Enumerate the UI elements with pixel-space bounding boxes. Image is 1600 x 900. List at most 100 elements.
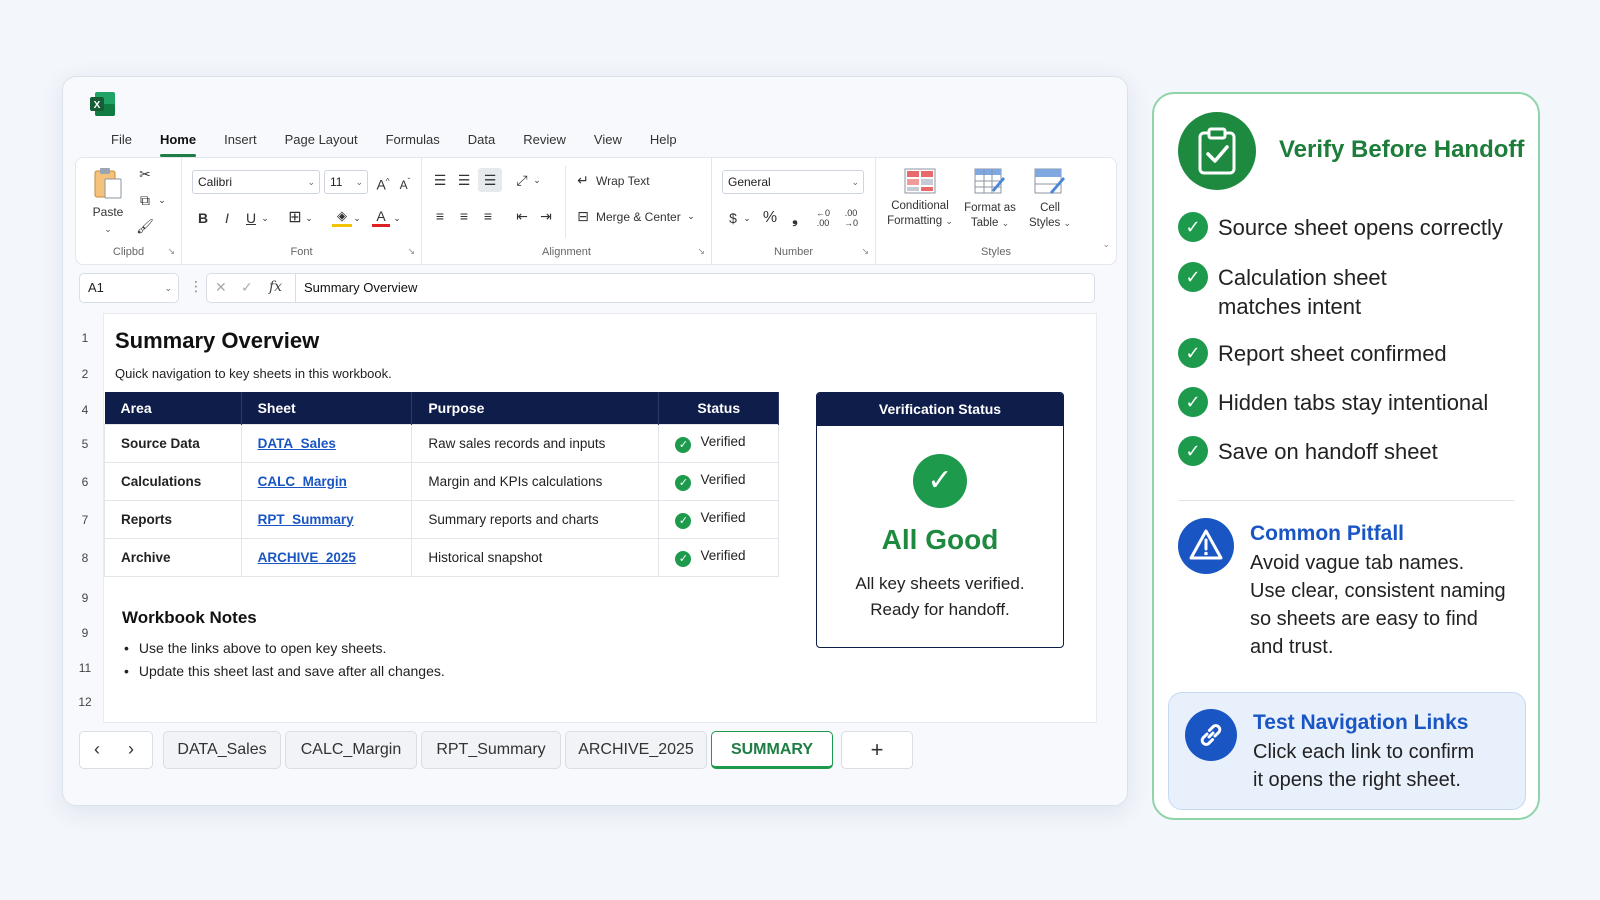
tab-summary[interactable]: SUMMARY (711, 731, 833, 769)
formula-controls: ✕ ✓ fx (206, 273, 296, 303)
merge-center-icon[interactable]: ⊟ (574, 206, 592, 226)
formula-bar-more-icon[interactable]: ⋮ (189, 278, 203, 295)
currency-dropdown-icon[interactable]: ⌄ (742, 208, 752, 228)
tab-archive-2025[interactable]: ARCHIVE_2025 (565, 731, 707, 769)
tab-calc-margin[interactable]: CALC_Margin (285, 731, 417, 769)
row-number[interactable]: 8 (73, 551, 97, 565)
menu-data[interactable]: Data (454, 127, 509, 153)
font-name-select[interactable]: Calibri ⌄ (192, 170, 320, 194)
ribbon-tabs: File Home Insert Page Layout Formulas Da… (97, 127, 691, 157)
menu-home[interactable]: Home (146, 127, 210, 157)
sheet-link-archive-2025[interactable]: ARCHIVE_2025 (258, 550, 356, 565)
prev-sheet-icon[interactable]: ‹ (94, 739, 100, 760)
bold-icon[interactable]: B (194, 208, 212, 228)
menu-insert[interactable]: Insert (210, 127, 271, 153)
table-row: Reports RPT_Summary Summary reports and … (104, 499, 779, 539)
tab-rpt-summary[interactable]: RPT_Summary (421, 731, 561, 769)
grow-font-icon[interactable]: A^ (374, 172, 392, 195)
sheet-link-data-sales[interactable]: DATA_Sales (258, 436, 336, 451)
font-launcher-icon[interactable]: ↘ (407, 246, 415, 257)
sheet-grid[interactable]: Summary Overview Quick navigation to key… (103, 313, 1097, 723)
borders-icon[interactable]: ⊞ (286, 208, 304, 228)
check-icon: ✓ (1178, 262, 1208, 292)
borders-dropdown-icon[interactable]: ⌄ (304, 208, 314, 228)
format-as-table-button[interactable]: Format as Table ⌄ (958, 168, 1022, 231)
decrease-indent-icon[interactable]: ⇤ (512, 206, 532, 226)
row-number[interactable]: 6 (73, 475, 97, 489)
top-align-icon[interactable]: ☰ (430, 170, 450, 190)
row-number[interactable]: 7 (73, 513, 97, 527)
conditional-formatting-button[interactable]: Conditional Formatting ⌄ (882, 168, 958, 229)
underline-icon[interactable]: U (242, 208, 260, 228)
paste-button[interactable]: Paste ⌄ (90, 166, 126, 234)
row-number[interactable]: 12 (73, 695, 97, 709)
italic-icon[interactable]: I (218, 208, 236, 228)
cut-icon[interactable]: ✂ (134, 164, 156, 184)
increase-decimal-icon[interactable]: ←0.00 (812, 208, 834, 228)
align-right-icon[interactable]: ≡ (478, 206, 498, 226)
format-as-table-icon (974, 168, 1005, 194)
merge-center-button[interactable]: Merge & Center (596, 210, 681, 224)
orientation-icon[interactable]: ⤢ (512, 170, 532, 190)
format-painter-icon[interactable]: 🖌 (134, 216, 156, 236)
cell-styles-icon (1034, 168, 1065, 194)
next-sheet-icon[interactable]: › (128, 739, 134, 760)
sheet-link-rpt-summary[interactable]: RPT_Summary (258, 512, 354, 527)
row-number[interactable]: 2 (73, 367, 97, 381)
confirm-entry-icon[interactable]: ✓ (241, 279, 253, 296)
menu-formulas[interactable]: Formulas (372, 127, 454, 153)
fill-color-icon[interactable]: ◈ (332, 208, 352, 227)
alignment-launcher-icon[interactable]: ↘ (697, 246, 705, 257)
cancel-entry-icon[interactable]: ✕ (215, 279, 227, 296)
cell-styles-button[interactable]: Cell Styles ⌄ (1022, 168, 1078, 231)
formula-input[interactable]: Summary Overview (296, 273, 1095, 303)
clipboard-launcher-icon[interactable]: ↘ (167, 246, 175, 257)
row-number[interactable]: 1 (73, 331, 97, 345)
name-box[interactable]: A1 ⌄ (79, 273, 179, 303)
menu-review[interactable]: Review (509, 127, 580, 153)
bottom-align-icon[interactable]: ☰ (478, 168, 502, 192)
sheet-link-calc-margin[interactable]: CALC_Margin (258, 474, 347, 489)
number-launcher-icon[interactable]: ↘ (861, 246, 869, 257)
wrap-text-icon[interactable]: ↵ (574, 170, 592, 190)
font-size-select[interactable]: 11 ⌄ (324, 170, 368, 194)
status-cell: ✓ Verified (658, 461, 779, 501)
menu-view[interactable]: View (580, 127, 636, 153)
tab-data-sales[interactable]: DATA_Sales (163, 731, 281, 769)
merge-dropdown-icon[interactable]: ⌄ (686, 206, 696, 226)
decrease-decimal-icon[interactable]: .00 →0 (840, 208, 862, 228)
font-name-value: Calibri (198, 175, 233, 189)
menu-file[interactable]: File (97, 127, 146, 153)
tip-card: Test Navigation Links Click each link to… (1168, 692, 1526, 810)
ribbon-collapse-icon[interactable]: ⌄ (1102, 239, 1110, 250)
paste-dropdown-icon[interactable]: ⌄ (90, 219, 126, 239)
align-left-icon[interactable]: ≡ (430, 206, 450, 226)
font-color-dropdown-icon[interactable]: ⌄ (392, 208, 402, 228)
add-sheet-button[interactable]: + (841, 731, 913, 769)
insert-function-icon[interactable]: fx (269, 279, 282, 295)
row-number[interactable]: 9 (73, 626, 97, 640)
comma-style-icon[interactable]: ❟ (786, 208, 804, 228)
copy-dropdown-icon[interactable]: ⌄ (156, 190, 168, 210)
copy-icon[interactable]: ⧉ (134, 190, 156, 210)
increase-indent-icon[interactable]: ⇥ (536, 206, 556, 226)
row-number[interactable]: 9 (73, 591, 97, 605)
shrink-font-icon[interactable]: Aˇ (396, 172, 414, 195)
align-center-icon[interactable]: ≡ (454, 206, 474, 226)
percent-icon[interactable]: % (760, 208, 780, 228)
currency-icon[interactable]: $ (724, 208, 742, 228)
row-number[interactable]: 4 (73, 403, 97, 417)
excel-logo-icon: X (90, 92, 115, 116)
menu-page-layout[interactable]: Page Layout (271, 127, 372, 153)
panel-divider (1178, 500, 1514, 501)
number-format-select[interactable]: General ⌄ (722, 170, 864, 194)
fill-color-dropdown-icon[interactable]: ⌄ (352, 208, 362, 228)
row-number[interactable]: 11 (73, 661, 97, 675)
row-number[interactable]: 5 (73, 437, 97, 451)
middle-align-icon[interactable]: ☰ (454, 170, 474, 190)
font-color-icon[interactable]: A (372, 208, 390, 227)
wrap-text-button[interactable]: Wrap Text (596, 174, 650, 188)
orientation-dropdown-icon[interactable]: ⌄ (532, 170, 542, 190)
underline-dropdown-icon[interactable]: ⌄ (260, 208, 270, 228)
menu-help[interactable]: Help (636, 127, 691, 153)
